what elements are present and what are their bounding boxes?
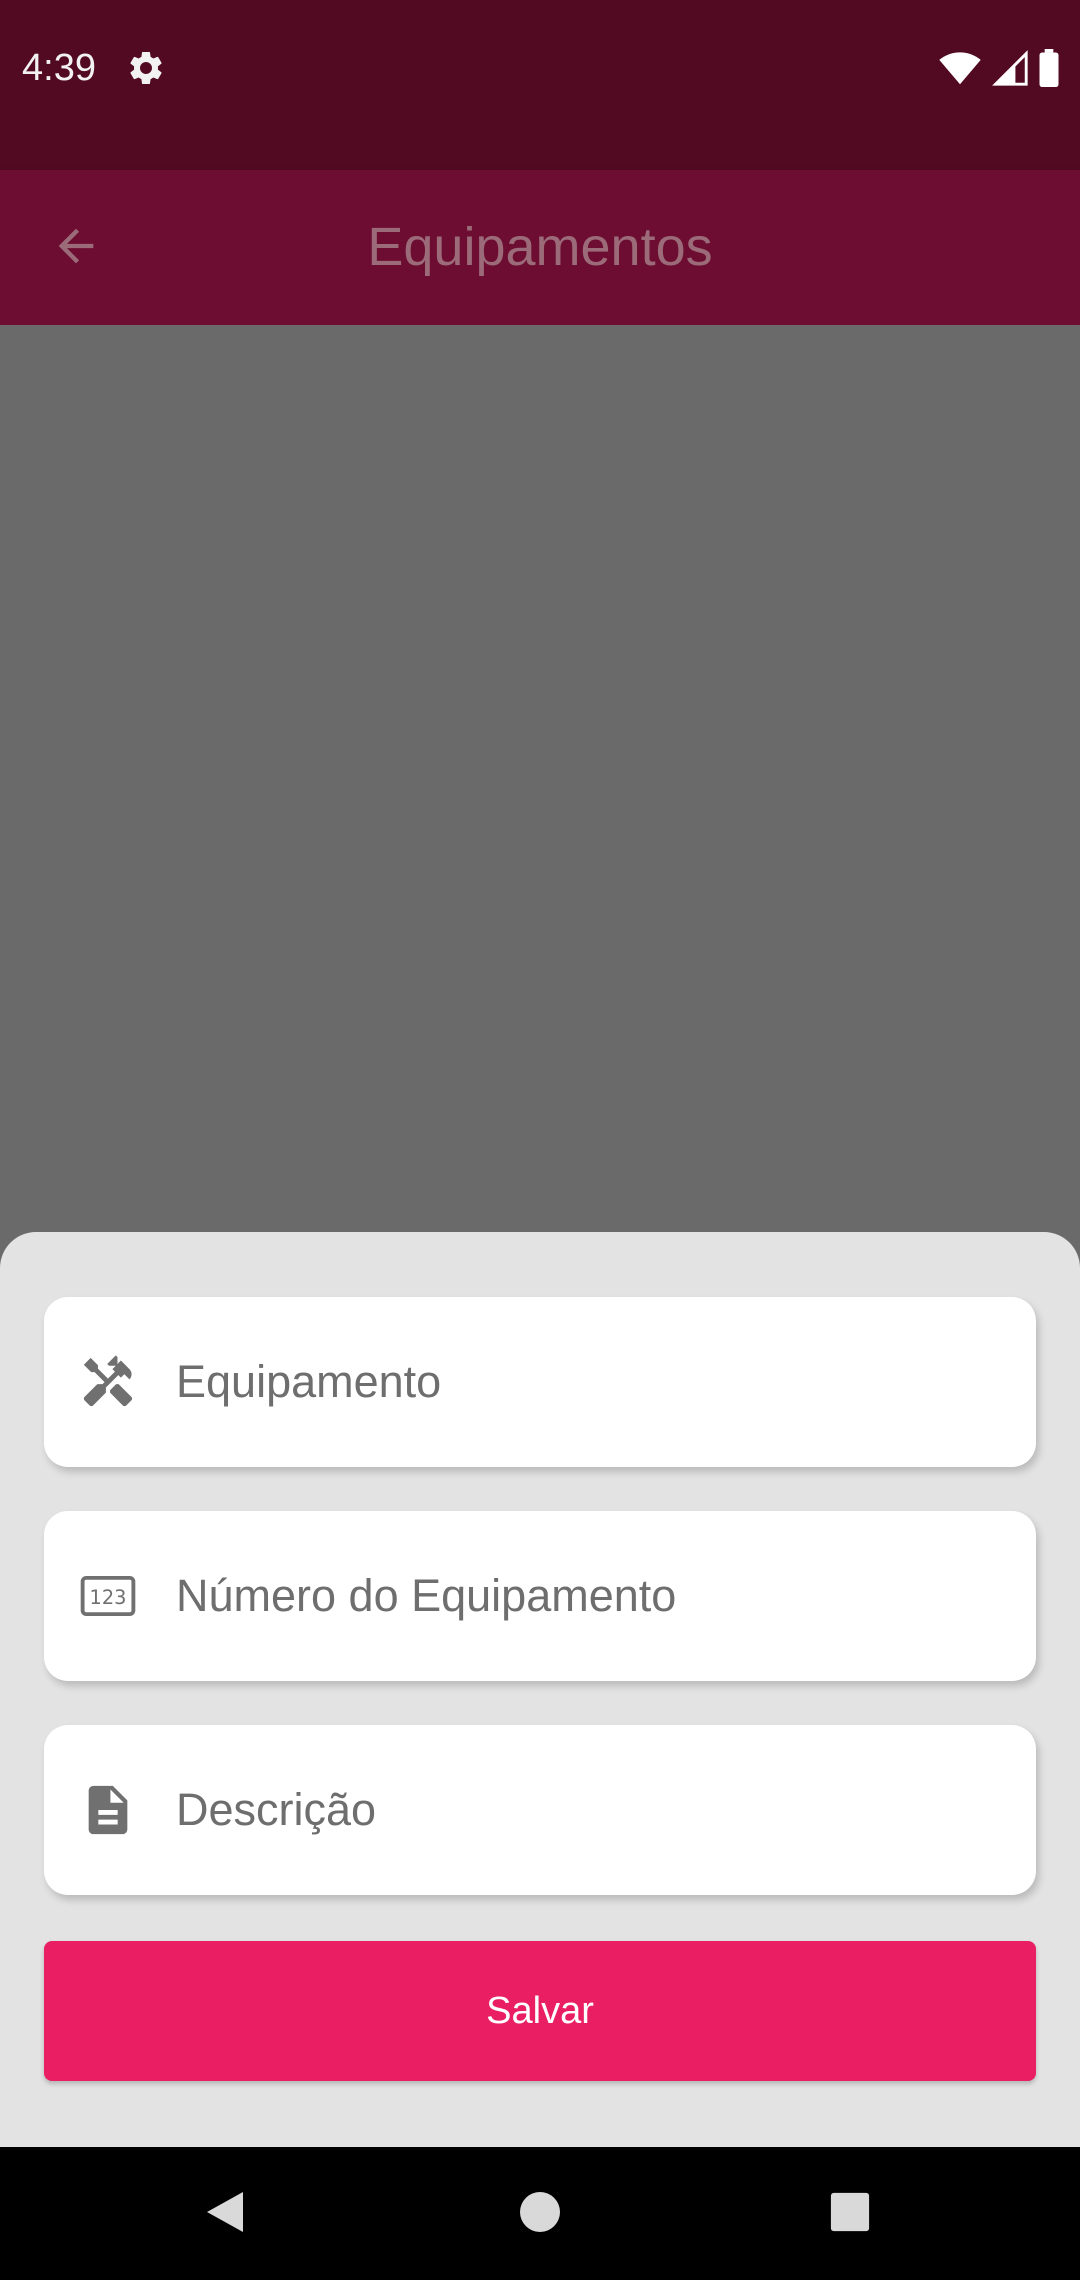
nav-home-button[interactable] bbox=[495, 2169, 585, 2259]
numbers-123-icon: 123 bbox=[78, 1566, 138, 1626]
app-bar: Equipamentos bbox=[0, 170, 1080, 325]
status-icons bbox=[938, 48, 1060, 88]
nav-recents-icon bbox=[829, 2191, 871, 2238]
navigation-bar bbox=[0, 2147, 1080, 2280]
back-button[interactable] bbox=[36, 208, 116, 288]
status-bar: 4:39 bbox=[0, 0, 1080, 170]
signal-icon bbox=[992, 50, 1028, 86]
numero-equipamento-input[interactable] bbox=[176, 1561, 996, 1631]
svg-text:123: 123 bbox=[90, 1586, 127, 1609]
descricao-input[interactable] bbox=[176, 1775, 996, 1845]
bottom-sheet: 123 Salvar bbox=[0, 1232, 1080, 2147]
equipamento-field[interactable] bbox=[44, 1297, 1036, 1467]
wifi-icon bbox=[938, 50, 982, 86]
nav-recents-button[interactable] bbox=[805, 2169, 895, 2259]
tools-icon bbox=[78, 1352, 138, 1412]
document-icon bbox=[78, 1780, 138, 1840]
equipamento-input[interactable] bbox=[176, 1347, 996, 1417]
nav-back-icon bbox=[203, 2188, 247, 2241]
battery-icon bbox=[1038, 49, 1060, 87]
descricao-field[interactable] bbox=[44, 1725, 1036, 1895]
numero-equipamento-field[interactable]: 123 bbox=[44, 1511, 1036, 1681]
status-time: 4:39 bbox=[22, 47, 96, 89]
settings-icon bbox=[126, 48, 166, 88]
modal-scrim[interactable] bbox=[0, 325, 1080, 1233]
page-title: Equipamentos bbox=[367, 217, 713, 277]
nav-home-icon bbox=[518, 2190, 562, 2239]
nav-back-button[interactable] bbox=[180, 2169, 270, 2259]
arrow-back-icon bbox=[50, 220, 102, 277]
save-button[interactable]: Salvar bbox=[44, 1941, 1036, 2081]
